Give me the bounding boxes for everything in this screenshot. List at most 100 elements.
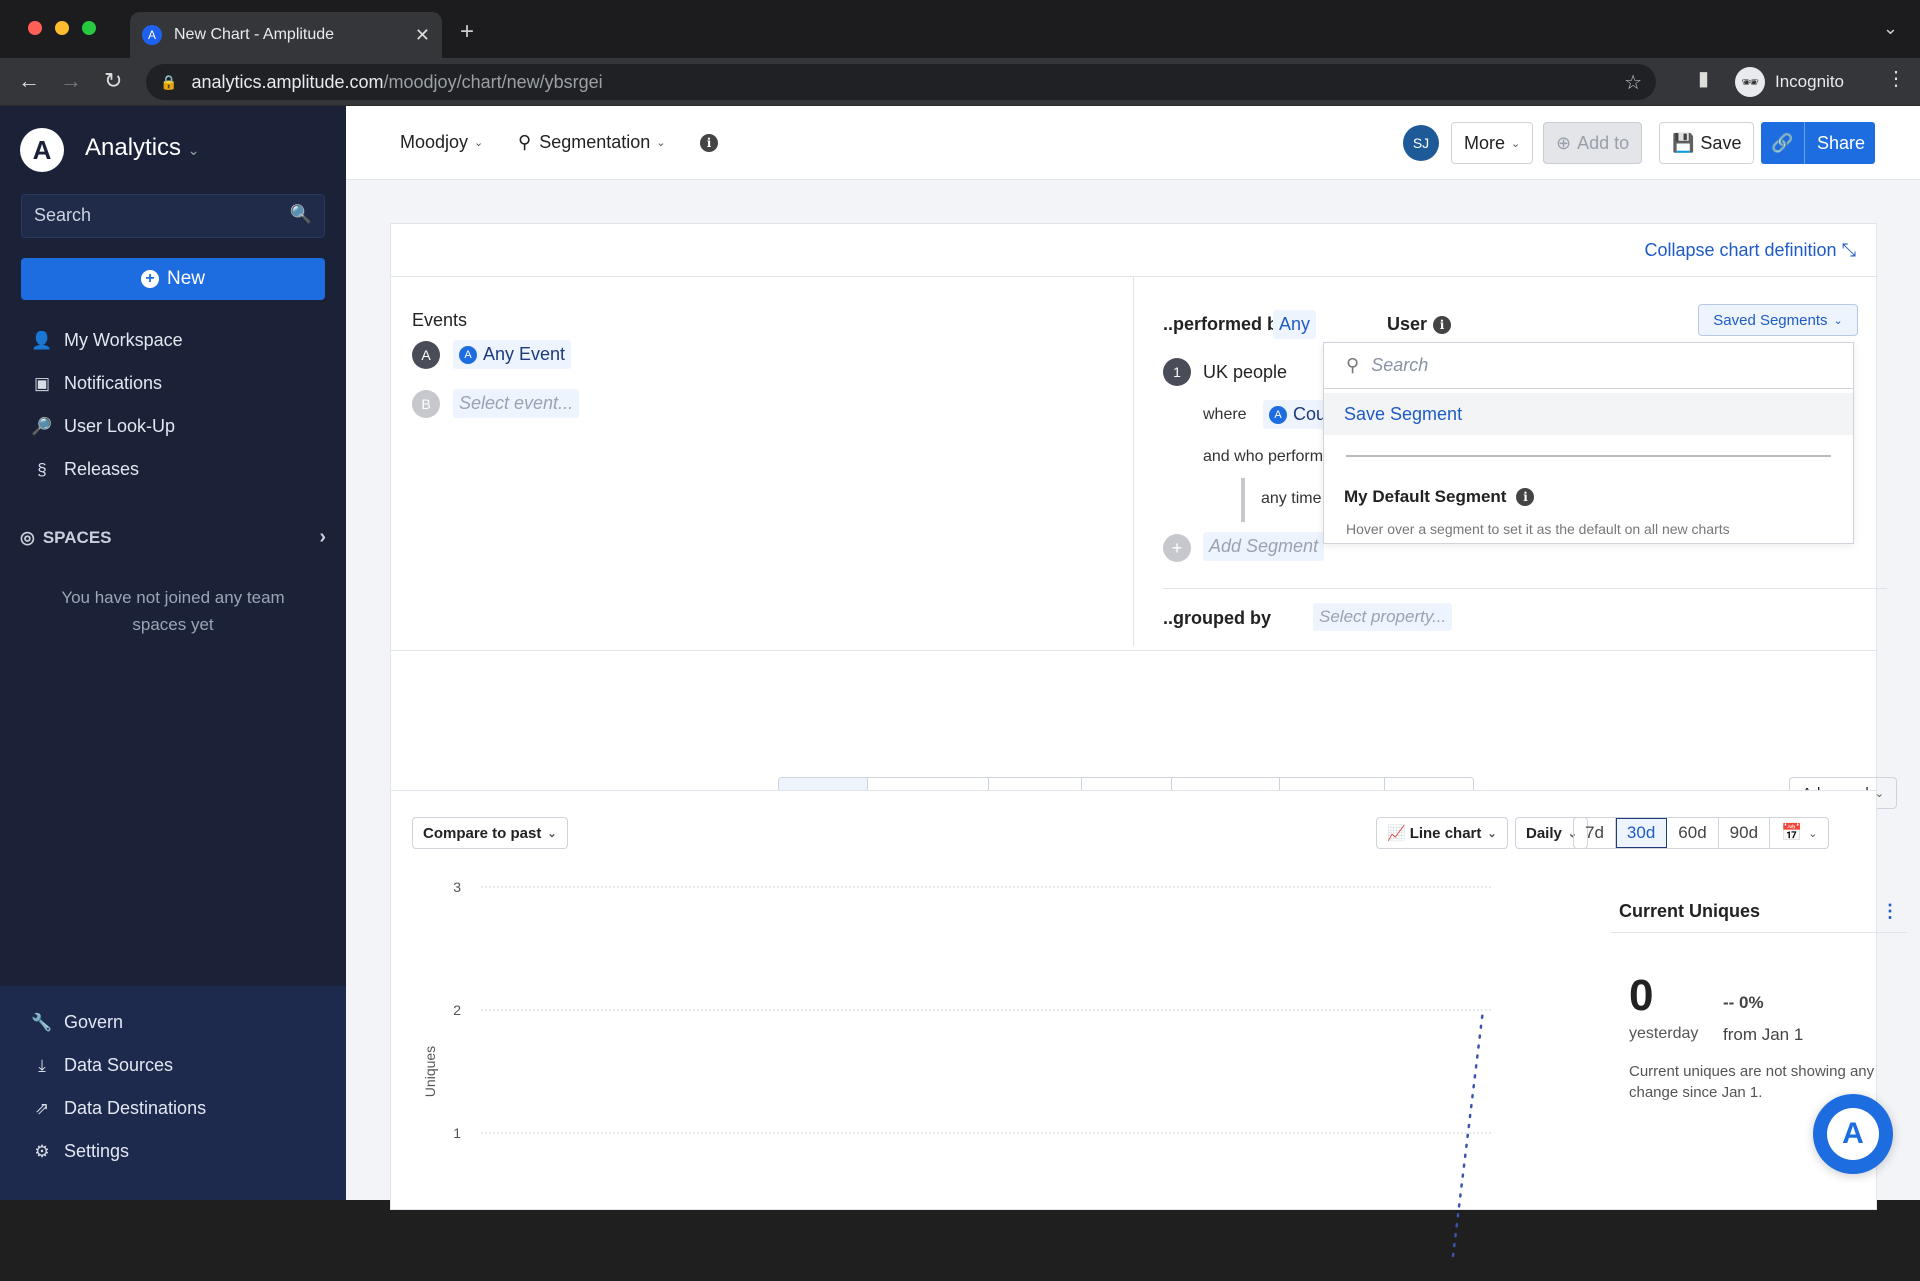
sidebar-item-releases[interactable]: § Releases <box>30 459 139 480</box>
divider <box>1346 455 1831 457</box>
incognito-label: Incognito <box>1775 72 1844 91</box>
forward-icon[interactable]: → <box>60 68 82 94</box>
search-placeholder: Search <box>34 205 92 225</box>
chart-type-dropdown[interactable]: ⚲ Segmentation ⌄ <box>518 132 665 153</box>
sidebar-item-user-look-up[interactable]: 🔎 User Look-Up <box>30 416 175 437</box>
info-icon[interactable]: i <box>1516 488 1535 506</box>
sidebar-item-data-destinations[interactable]: ⇗ Data Destinations <box>30 1098 206 1119</box>
range-90d[interactable]: 90d <box>1719 818 1771 848</box>
back-icon[interactable]: ← <box>18 68 40 94</box>
incognito-indicator[interactable]: 🕶 Incognito <box>1735 64 1844 100</box>
link-icon[interactable]: 🔗 <box>1761 122 1805 164</box>
new-button[interactable]: + New <box>21 258 325 300</box>
add-segment-button[interactable]: Add Segment <box>1203 532 1325 561</box>
info-icon[interactable]: i <box>700 134 718 152</box>
share-button[interactable]: 🔗 Share <box>1761 122 1875 164</box>
bookmark-star-icon[interactable]: ☆ <box>1624 70 1642 95</box>
user-icon: 👤 <box>31 330 53 350</box>
side-panel-icon[interactable]: ▮ <box>1698 66 1709 91</box>
sidebar-item-my-workspace[interactable]: 👤 My Workspace <box>30 330 182 351</box>
sidebar-item-label: User Look-Up <box>64 416 176 436</box>
kebab-menu-icon[interactable]: ⋮ <box>1881 901 1899 922</box>
range-60d[interactable]: 60d <box>1667 818 1719 848</box>
more-label: More <box>1464 132 1506 153</box>
avatar-initials: SJ <box>1412 135 1430 151</box>
and-who-performed-label: and who perform <box>1203 448 1324 465</box>
lock-icon: 🔒 <box>160 73 178 90</box>
select-property-input[interactable]: Select property... <box>1313 603 1453 631</box>
default-segment-label: My Default Segment <box>1344 487 1507 506</box>
project-dropdown[interactable]: Moodjoy ⌄ <box>400 132 483 153</box>
reload-icon[interactable]: ↻ <box>104 68 122 94</box>
segment-name[interactable]: UK people <box>1203 362 1287 383</box>
spaces-section-toggle[interactable]: ◎ SPACES › <box>20 526 326 549</box>
sidebar-item-settings[interactable]: ⚙ Settings <box>30 1141 129 1162</box>
close-window-button[interactable] <box>28 21 42 35</box>
chevron-right-icon: › <box>319 526 326 548</box>
sidebar-bottom-nav: 🔧 Govern ⤓ Data Sources ⇗ Data Destinations… <box>0 986 346 1200</box>
range-7d[interactable]: 7d <box>1574 818 1616 848</box>
line-chart-icon: 📈 <box>1387 825 1406 842</box>
info-icon[interactable]: i <box>1433 316 1451 334</box>
chart-style-dropdown[interactable]: 📈 Line chart ⌄ <box>1376 817 1508 849</box>
project-label: Moodjoy <box>400 132 469 152</box>
saved-segments-label: Saved Segments <box>1713 311 1828 329</box>
sidebar-search-input[interactable]: Search 🔍 <box>21 194 325 238</box>
select-event-input[interactable]: Select event... <box>453 389 580 418</box>
chevron-down-icon: ⌄ <box>1808 827 1818 840</box>
chevron-down-icon: ⌄ <box>1511 137 1521 150</box>
range-30d[interactable]: 30d <box>1615 818 1668 848</box>
performed-any-selector[interactable]: Any <box>1273 310 1317 339</box>
calendar-icon: 📅 <box>1781 823 1803 842</box>
any-time-selector[interactable]: any time <box>1261 490 1321 508</box>
performed-any-label: Any <box>1279 314 1311 334</box>
more-button[interactable]: More ⌄ <box>1451 122 1534 164</box>
save-button[interactable]: 💾 Save <box>1659 122 1755 164</box>
amplitude-property-icon: A <box>1269 405 1287 424</box>
collapse-label: Collapse chart definition <box>1644 240 1837 260</box>
date-range-selector: 7d 30d 60d 90d 📅 ⌄ <box>1573 817 1830 849</box>
amplitude-logo-icon: A <box>1827 1108 1879 1160</box>
app-switcher[interactable]: Analytics ⌄ <box>85 134 199 162</box>
sidebar-item-govern[interactable]: 🔧 Govern <box>30 1012 123 1033</box>
close-tab-icon[interactable]: ✕ <box>415 25 430 46</box>
minimize-window-button[interactable] <box>55 21 69 35</box>
inbox-icon: ▣ <box>33 373 51 393</box>
event-selector-a[interactable]: A Any Event <box>453 340 572 369</box>
add-to-label: Add to <box>1577 132 1630 153</box>
add-segment-plus-icon[interactable]: + <box>1163 534 1191 562</box>
tab-search-chevron-icon[interactable]: ⌄ <box>1883 18 1898 39</box>
maximize-window-button[interactable] <box>82 21 96 35</box>
performed-by-label: ..performed by <box>1163 314 1289 334</box>
chart-card: Compare to past ⌄ 📈 Line chart ⌄ Daily ⌄ 7d … <box>390 790 1907 1258</box>
save-segment-menu-item[interactable]: Save Segment <box>1324 393 1853 435</box>
sidebar-item-label: Settings <box>64 1141 130 1161</box>
browser-menu-icon[interactable]: ⋮ <box>1886 66 1906 91</box>
collapse-chart-definition-link[interactable]: Collapse chart definition ⤡ <box>1644 240 1856 261</box>
wrench-icon: 🔧 <box>31 1012 53 1032</box>
avatar[interactable]: SJ <box>1403 125 1439 161</box>
custom-date-picker[interactable]: 📅 ⌄ <box>1770 818 1828 848</box>
saved-segments-dropdown[interactable]: Saved Segments ⌄ <box>1698 304 1858 336</box>
save-label: Save <box>1700 132 1742 153</box>
sidebar-item-notifications[interactable]: ▣ Notifications <box>30 373 162 394</box>
search-icon: 🔍 <box>289 204 312 224</box>
add-to-button[interactable]: ⊕ Add to <box>1543 122 1643 164</box>
compare-to-past-dropdown[interactable]: Compare to past ⌄ <box>412 817 568 849</box>
segment-search-input[interactable]: ⚲ Search <box>1324 343 1853 389</box>
new-tab-icon[interactable]: + <box>460 18 474 46</box>
current-uniques-panel: Current Uniques ⋮ 0 yesterday -- 0% from … <box>1611 891 1907 1101</box>
amplitude-logo-icon[interactable]: A <box>20 128 64 172</box>
app-title: Analytics <box>85 134 182 161</box>
segment-number-text: 1 <box>1173 364 1181 380</box>
amplitude-assistant-button[interactable]: A <box>1813 1094 1893 1174</box>
browser-tab[interactable]: A New Chart - Amplitude ✕ <box>130 12 442 58</box>
divider <box>391 650 1876 651</box>
sidebar-item-data-sources[interactable]: ⤓ Data Sources <box>30 1055 173 1076</box>
event-name: Any Event <box>483 344 566 364</box>
address-bar[interactable]: 🔒 analytics.amplitude.com /moodjoy/chart… <box>146 64 1656 100</box>
events-heading: Events <box>412 310 468 330</box>
current-uniques-header: Current Uniques ⋮ <box>1611 891 1907 933</box>
releases-icon: § <box>37 459 47 479</box>
sidebar-item-label: Releases <box>64 459 140 479</box>
